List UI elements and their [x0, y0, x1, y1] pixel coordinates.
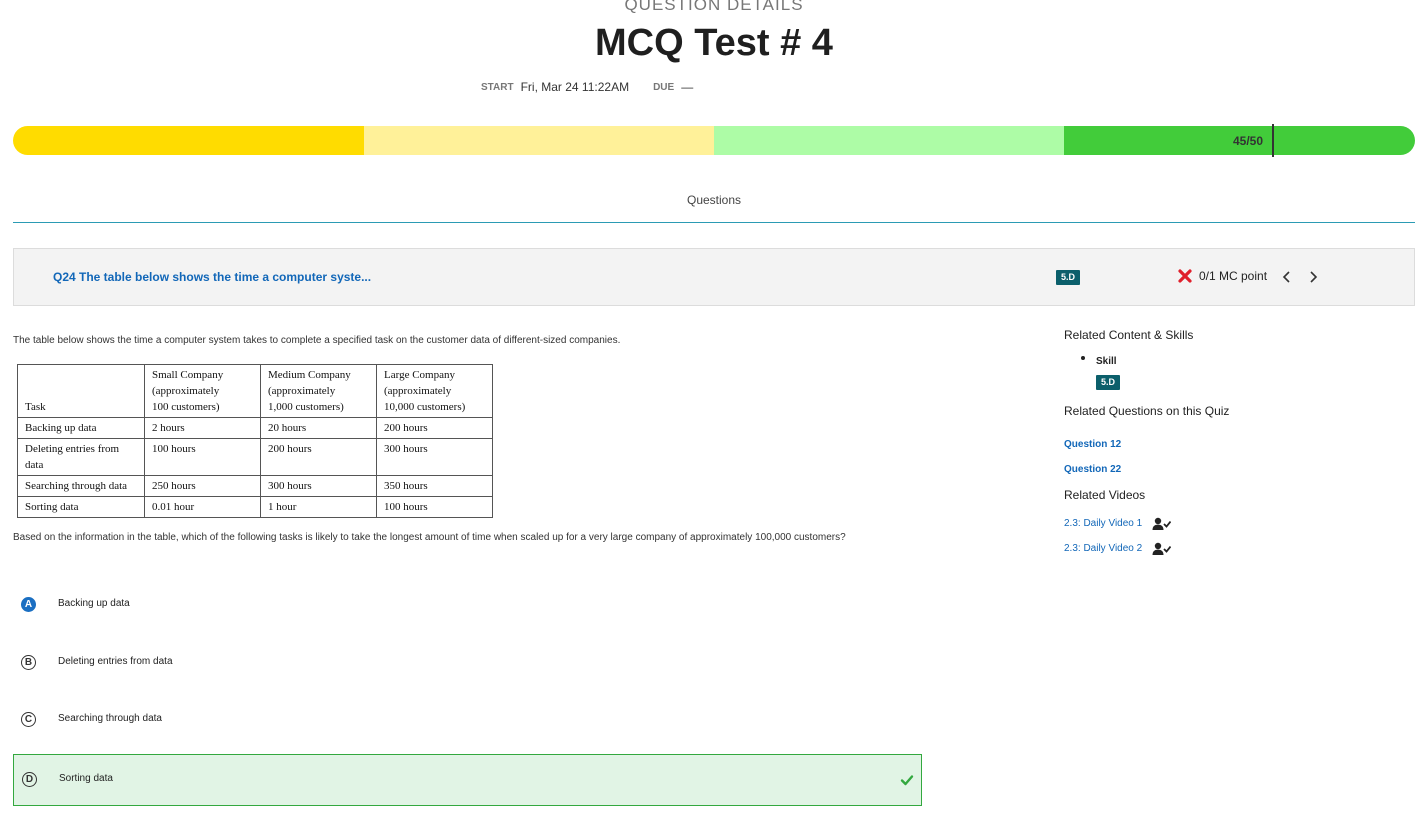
table-row: Sorting data 0.01 hour 1 hour 100 hours	[17, 496, 493, 518]
score-segment-2	[364, 126, 714, 155]
video-link-2[interactable]: 2.3: Daily Video 2	[1064, 543, 1142, 554]
table-header-cell: Medium Company (approximately 1,000 custom…	[260, 364, 377, 418]
score-segment-3	[714, 126, 1064, 155]
table-cell: 20 hours	[260, 417, 377, 439]
data-table: Task Small Company (approximately 100 cust…	[17, 364, 493, 518]
tab-underline	[13, 222, 1415, 223]
score-segment-1	[13, 126, 364, 155]
bullet-icon	[1081, 356, 1085, 360]
table-cell: 1 hour	[260, 496, 377, 518]
video-link-1[interactable]: 2.3: Daily Video 1	[1064, 518, 1142, 529]
start-label: START	[481, 81, 514, 93]
due-label: DUE	[653, 81, 675, 93]
table-cell: 200 hours	[376, 417, 493, 439]
related-videos-heading: Related Videos	[1064, 488, 1146, 502]
related-content-heading: Related Content & Skills	[1064, 328, 1194, 342]
table-row: Backing up data 2 hours 20 hours 200 hou…	[17, 417, 493, 439]
table-header-row: Task Small Company (approximately 100 cust…	[17, 364, 493, 418]
table-header-cell: Large Company (approximately 10,000 custom…	[376, 364, 493, 418]
sidebar-skill-badge: 5.D	[1096, 375, 1121, 390]
table-row: Searching through data 250 hours 300 hou…	[17, 475, 493, 497]
related-question-12-link[interactable]: Question 12	[1064, 439, 1121, 450]
question-header: Q24 The table below shows the time a com…	[13, 248, 1415, 306]
score-progress-bar	[13, 126, 1415, 155]
table-cell: Searching through data	[17, 475, 145, 497]
choice-text: Backing up data	[58, 598, 130, 609]
skill-badge: 5.D	[1056, 270, 1081, 285]
table-cell: 200 hours	[260, 438, 377, 476]
page-eyebrow: QUESTION DETAILS	[624, 0, 804, 14]
points-text: 0/1 MC point	[1199, 269, 1268, 283]
related-question-22-link[interactable]: Question 22	[1064, 464, 1121, 475]
choice-letter-b: B	[21, 655, 36, 670]
table-cell: 2 hours	[144, 417, 261, 439]
score-marker	[1272, 124, 1274, 157]
table-cell: 250 hours	[144, 475, 261, 497]
choice-b[interactable]: B Deleting entries from data	[13, 639, 922, 689]
table-cell: 100 hours	[376, 496, 493, 518]
chevron-left-icon[interactable]	[1280, 269, 1294, 285]
table-header-cell: Small Company (approximately 100 customers…	[144, 364, 261, 418]
skill-label: Skill	[1096, 356, 1117, 367]
question-link[interactable]: Q24 The table below shows the time a com…	[53, 270, 371, 284]
table-cell: 300 hours	[376, 438, 493, 476]
quiz-meta: START Fri, Mar 24 11:22AM DUE —	[481, 80, 717, 94]
table-cell: Deleting entries from data	[17, 438, 145, 476]
choice-letter-d: D	[22, 772, 37, 787]
choice-letter-a: A	[21, 597, 36, 612]
page-title: MCQ Test # 4	[595, 22, 833, 64]
question-prompt: The table below shows the time a compute…	[13, 335, 621, 346]
choice-text: Deleting entries from data	[58, 656, 173, 667]
tab-questions[interactable]: Questions	[0, 193, 1421, 207]
table-cell: 100 hours	[144, 438, 261, 476]
due-value: —	[681, 80, 694, 94]
choice-letter-c: C	[21, 712, 36, 727]
related-questions-heading: Related Questions on this Quiz	[1064, 404, 1230, 418]
table-header-cell: Task	[17, 364, 145, 418]
table-cell: Sorting data	[17, 496, 145, 518]
table-cell: 300 hours	[260, 475, 377, 497]
question-stem: Based on the information in the table, w…	[13, 532, 846, 543]
table-cell: 350 hours	[376, 475, 493, 497]
table-cell: Backing up data	[17, 417, 145, 439]
choice-d-correct[interactable]: D Sorting data	[13, 754, 922, 806]
start-value: Fri, Mar 24 11:22AM	[520, 80, 630, 94]
chevron-right-icon[interactable]	[1306, 269, 1320, 285]
choice-a[interactable]: A Backing up data	[13, 581, 922, 631]
choice-text: Searching through data	[58, 713, 162, 724]
choice-text: Sorting data	[59, 773, 113, 784]
score-text: 45/50	[1233, 134, 1264, 148]
choice-c[interactable]: C Searching through data	[13, 696, 922, 746]
check-icon	[900, 775, 914, 786]
table-row: Deleting entries from data 100 hours 200…	[17, 438, 493, 476]
person-check-icon	[1152, 517, 1171, 530]
person-check-icon	[1152, 542, 1171, 555]
table-cell: 0.01 hour	[144, 496, 261, 518]
x-mark-icon	[1178, 269, 1192, 283]
